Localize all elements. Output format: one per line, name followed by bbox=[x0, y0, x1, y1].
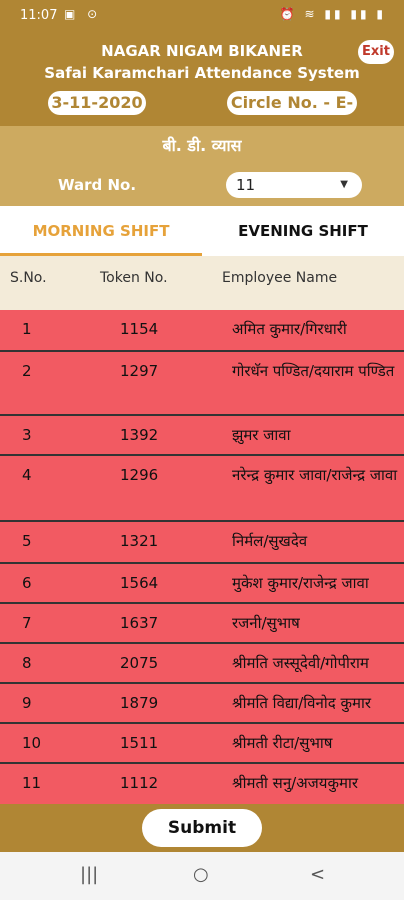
table-row[interactable]: 1 1154 अमित कुमार/गिरधारी bbox=[0, 310, 404, 352]
row-sno: 11 bbox=[22, 774, 42, 792]
chevron-down-icon: ▼ bbox=[340, 179, 348, 190]
row-sno: 8 bbox=[22, 654, 32, 672]
table-row[interactable]: 4 1296 नरेन्द्र कुमार जावा/राजेन्द्र जाव… bbox=[0, 456, 404, 522]
row-token: 1321 bbox=[120, 532, 159, 550]
row-token: 2075 bbox=[120, 654, 159, 672]
ward-value: 11 bbox=[236, 176, 256, 194]
system-icons: ⏰ ≋ ▮▮ ▮▮ ▮ bbox=[279, 7, 386, 21]
date-badge: 3-11-2020 bbox=[48, 91, 146, 115]
row-sno: 7 bbox=[22, 614, 32, 632]
tab-morning-shift[interactable]: MORNING SHIFT bbox=[0, 206, 202, 256]
row-token: 1637 bbox=[120, 614, 159, 632]
submit-button[interactable]: Submit bbox=[142, 809, 262, 847]
back-icon[interactable]: < bbox=[310, 864, 325, 885]
table-row[interactable]: 7 1637 रजनी/सुभाष bbox=[0, 604, 404, 644]
app-header: NAGAR NIGAM BIKANER Safai Karamchari Att… bbox=[0, 32, 404, 136]
row-name: गोरधॅन पण्डित/दयाराम पण्डित bbox=[232, 362, 395, 380]
row-token: 1511 bbox=[120, 734, 159, 752]
notification-icons: ▣ ⊙ bbox=[64, 7, 102, 21]
row-name: श्रीमती सनु/अजयकुमार bbox=[232, 774, 358, 792]
table-row[interactable]: 11 1112 श्रीमती सनु/अजयकुमार bbox=[0, 764, 404, 804]
row-sno: 10 bbox=[22, 734, 42, 752]
home-icon[interactable]: ○ bbox=[193, 864, 209, 885]
row-token: 1297 bbox=[120, 362, 159, 380]
ward-band: बी. डी. व्यास Ward No. 11 ▼ bbox=[0, 126, 404, 206]
row-name: रजनी/सुभाष bbox=[232, 614, 300, 632]
row-name: अमित कुमार/गिरधारी bbox=[232, 320, 347, 338]
submit-bar: Submit bbox=[0, 804, 404, 852]
row-sno: 9 bbox=[22, 694, 32, 712]
row-name: श्रीमति विद्या/विनोद कुमार bbox=[232, 694, 371, 712]
table-row[interactable]: 5 1321 निर्मल/सुखदेव bbox=[0, 522, 404, 564]
ward-select[interactable]: 11 ▼ bbox=[226, 172, 362, 198]
row-name: नरेन्द्र कुमार जावा/राजेन्द्र जावा bbox=[232, 466, 398, 484]
row-token: 1392 bbox=[120, 426, 159, 444]
row-token: 1154 bbox=[120, 320, 159, 338]
row-sno: 4 bbox=[22, 466, 32, 484]
row-token: 1564 bbox=[120, 574, 159, 592]
table-row[interactable]: 2 1297 गोरधॅन पण्डित/दयाराम पण्डित bbox=[0, 352, 404, 416]
android-nav-bar: ||| ○ < bbox=[0, 852, 404, 900]
status-bar: 11:07 ▣ ⊙ ⏰ ≋ ▮▮ ▮▮ ▮ bbox=[0, 0, 404, 32]
system-title: Safai Karamchari Attendance System bbox=[44, 64, 360, 82]
recent-apps-icon[interactable]: ||| bbox=[80, 864, 98, 885]
col-token: Token No. bbox=[100, 270, 168, 286]
table-row[interactable]: 9 1879 श्रीमति विद्या/विनोद कुमार bbox=[0, 684, 404, 724]
table-row[interactable]: 6 1564 मुकेश कुमार/राजेन्द्र जावा bbox=[0, 564, 404, 604]
exit-button[interactable]: Exit bbox=[358, 40, 394, 64]
row-name: निर्मल/सुखदेव bbox=[232, 532, 308, 550]
table-header: S.No. Token No. Employee Name bbox=[0, 256, 404, 310]
table-row[interactable]: 10 1511 श्रीमती रीटा/सुभाष bbox=[0, 724, 404, 764]
tab-evening-shift[interactable]: EVENING SHIFT bbox=[202, 206, 404, 256]
row-name: झुमर जावा bbox=[232, 426, 291, 444]
row-sno: 5 bbox=[22, 532, 32, 550]
row-sno: 1 bbox=[22, 320, 32, 338]
col-name: Employee Name bbox=[222, 270, 338, 286]
row-token: 1112 bbox=[120, 774, 159, 792]
row-name: श्रीमति जस्सूदेवी/गोपीराम bbox=[232, 654, 369, 672]
row-sno: 6 bbox=[22, 574, 32, 592]
table-row[interactable]: 3 1392 झुमर जावा bbox=[0, 416, 404, 456]
circle-badge: Circle No. - E-1 bbox=[227, 91, 357, 136]
employee-table: 1 1154 अमित कुमार/गिरधारी 2 1297 गोरधॅन … bbox=[0, 310, 404, 804]
table-row[interactable]: 8 2075 श्रीमति जस्सूदेवी/गोपीराम bbox=[0, 644, 404, 684]
row-name: मुकेश कुमार/राजेन्द्र जावा bbox=[232, 574, 369, 592]
row-sno: 2 bbox=[22, 362, 32, 380]
ward-label: Ward No. bbox=[58, 176, 137, 194]
officer-name: बी. डी. व्यास bbox=[162, 136, 242, 155]
col-sno: S.No. bbox=[10, 270, 47, 286]
shift-tabs: MORNING SHIFT EVENING SHIFT bbox=[0, 206, 404, 256]
row-sno: 3 bbox=[22, 426, 32, 444]
row-token: 1879 bbox=[120, 694, 159, 712]
row-token: 1296 bbox=[120, 466, 159, 484]
status-time: 11:07 bbox=[20, 8, 58, 23]
org-title: NAGAR NIGAM BIKANER bbox=[101, 42, 303, 60]
row-name: श्रीमती रीटा/सुभाष bbox=[232, 734, 333, 752]
